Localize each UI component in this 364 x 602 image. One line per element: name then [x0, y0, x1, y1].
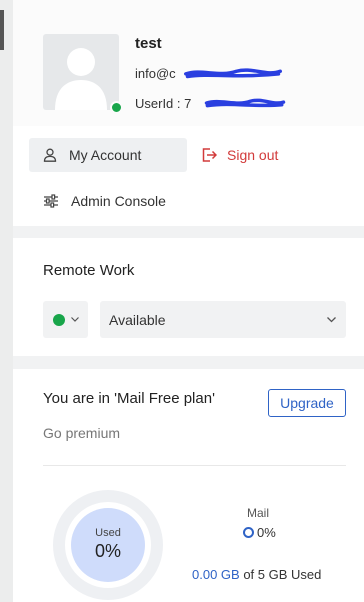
used-percent: 0% [94, 541, 121, 561]
mail-legend: 0% [243, 525, 276, 540]
sign-out-button[interactable]: Sign out [201, 138, 278, 172]
person-icon [43, 148, 57, 162]
remote-work-title: Remote Work [43, 262, 135, 279]
user-email: info@c [135, 66, 176, 81]
user-id-label: UserId : 7 [135, 96, 192, 111]
plan-card: You are in 'Mail Free plan' Upgrade Go p… [13, 369, 364, 602]
mail-percent: 0% [257, 525, 276, 540]
background-window-edge [0, 10, 4, 50]
user-name: test [135, 35, 162, 52]
storage-usage-text: 0.00 GB of 5 GB Used [192, 567, 321, 582]
userid-redaction-scribble [204, 98, 286, 108]
background-window-strip [0, 0, 13, 602]
sliders-icon [44, 194, 58, 208]
email-redaction-scribble [184, 68, 282, 79]
upgrade-button[interactable]: Upgrade [268, 389, 346, 417]
avatar[interactable] [43, 34, 119, 110]
online-status-dot [110, 101, 123, 114]
sign-out-label: Sign out [227, 147, 279, 163]
user-id: UserId : 7 [135, 96, 191, 111]
user-email-prefix: info@c [135, 66, 176, 81]
profile-card: test info@c UserId : 7 [13, 0, 364, 126]
go-premium-link[interactable]: Go premium [43, 425, 120, 441]
my-account-label: My Account [69, 147, 142, 163]
mail-label: Mail [247, 506, 270, 520]
plan-title: You are in 'Mail Free plan' [43, 390, 215, 407]
admin-console-label: Admin Console [71, 193, 166, 209]
storage-used-value: 0.00 GB [192, 567, 240, 582]
account-actions-card: My Account Sign out Admin Console [13, 126, 364, 226]
sign-out-icon [202, 148, 217, 162]
plan-divider [43, 465, 346, 466]
chevron-down-icon [327, 316, 336, 322]
user-silhouette-icon [55, 48, 107, 110]
used-label: Used [95, 527, 121, 539]
online-status-icon [52, 313, 65, 326]
status-color-dropdown[interactable] [43, 301, 88, 338]
chevron-down-icon [70, 317, 79, 322]
storage-total-text: of 5 GB Used [239, 567, 322, 582]
remote-work-card: Remote Work Available [13, 238, 364, 356]
my-account-button[interactable]: My Account [29, 138, 187, 172]
admin-console-button[interactable]: Admin Console [43, 184, 166, 218]
availability-dropdown[interactable]: Available [100, 301, 346, 338]
mail-legend-icon [243, 527, 254, 538]
availability-value: Available [109, 311, 166, 328]
